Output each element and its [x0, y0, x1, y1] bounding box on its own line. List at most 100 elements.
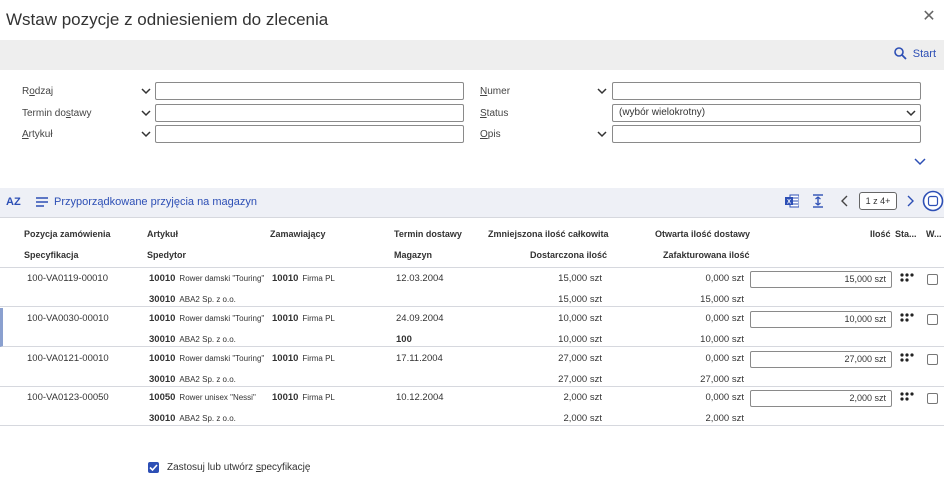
chevron-down-icon[interactable] — [597, 86, 607, 96]
open-qty-cell: 0,000 szt — [705, 353, 744, 364]
article-cell: 10010 Rower damski "Touring" — [149, 273, 265, 284]
row-checkbox[interactable] — [927, 393, 938, 404]
delivered-qty-cell: 27,000 szt — [558, 374, 602, 385]
col-header-spec[interactable]: Specyfikacja — [24, 250, 79, 260]
expand-filters-icon[interactable] — [914, 156, 926, 166]
reduced-qty-cell: 2,000 szt — [563, 392, 602, 403]
start-button[interactable]: Start — [893, 47, 936, 60]
status-dots-icon[interactable] — [900, 392, 914, 402]
chevron-down-icon[interactable] — [141, 129, 151, 139]
reduced-qty-cell: 27,000 szt — [558, 353, 602, 364]
col-header-open-qty[interactable]: Otwarta ilość dostawy — [655, 229, 750, 239]
filter-label-number: Numer — [480, 86, 511, 97]
chevron-down-icon[interactable] — [141, 86, 151, 96]
status-select[interactable]: (wybór wielokrotny) — [612, 104, 921, 122]
number-input[interactable] — [612, 82, 921, 100]
delivery-date-cell: 17.11.2004 — [396, 353, 443, 364]
col-header-w[interactable]: W... — [926, 229, 942, 239]
delivered-qty-cell: 2,000 szt — [563, 413, 602, 424]
invoiced-qty-cell: 27,000 szt — [700, 374, 744, 385]
col-header-delivered-qty[interactable]: Dostarczona ilość — [530, 250, 607, 260]
delivery-date-cell: 12.03.2004 — [396, 273, 444, 284]
status-select-value: (wybór wielokrotny) — [619, 107, 706, 118]
filter-label-type: Rodzaj — [22, 86, 54, 97]
reduced-qty-cell: 15,000 szt — [558, 273, 602, 284]
row-checkbox[interactable] — [927, 354, 938, 365]
status-dots-icon[interactable] — [900, 273, 914, 283]
filter-label-description: Opis — [480, 129, 501, 140]
col-header-forwarder[interactable]: Spedytor — [147, 250, 186, 260]
open-qty-cell: 0,000 szt — [705, 313, 744, 324]
chevron-left-icon[interactable] — [840, 195, 850, 207]
article-cell: 10010 Rower damski "Touring" — [149, 313, 265, 324]
customer-cell: 10010 Firma PL — [272, 392, 335, 403]
table-title[interactable]: Przyporządkowane przyjęcia na magazyn — [54, 196, 257, 208]
select-all-toggle-icon[interactable] — [922, 190, 944, 212]
forwarder-cell: 30010 ABA2 Sp. z o.o. — [149, 374, 236, 385]
chevron-down-icon[interactable] — [597, 129, 607, 139]
article-cell: 10010 Rower damski "Touring" — [149, 353, 265, 364]
table-toolbar: AZ Przyporządkowane przyjęcia na magazyn… — [0, 188, 944, 218]
delivered-qty-cell: 10,000 szt — [558, 334, 602, 345]
qty-input[interactable]: 10,000 szt — [750, 311, 892, 328]
col-header-delivery-date[interactable]: Termin dostawy — [394, 229, 462, 239]
qty-input[interactable]: 27,000 szt — [750, 351, 892, 368]
col-header-warehouse[interactable]: Magazyn — [394, 250, 432, 260]
apply-spec-label[interactable]: Zastosuj lub utwórz specyfikację — [167, 462, 310, 473]
col-header-article[interactable]: Artykuł — [147, 229, 178, 239]
dialog-title: Wstaw pozycje z odniesieniem do zlecenia — [6, 10, 329, 29]
table-row[interactable]: 100-VA0121-00010 10010 Rower damski "Tour… — [0, 348, 944, 387]
customer-cell: 10010 Firma PL — [272, 313, 335, 324]
col-header-position[interactable]: Pozycja zamówienia — [24, 229, 111, 239]
article-input[interactable] — [155, 125, 464, 143]
apply-spec-checkbox[interactable] — [148, 462, 159, 473]
col-header-status[interactable]: Sta... — [895, 229, 917, 239]
customer-cell: 10010 Firma PL — [272, 353, 335, 364]
chevron-down-icon[interactable] — [141, 108, 151, 118]
status-dots-icon[interactable] — [900, 353, 914, 363]
qty-input[interactable]: 2,000 szt — [750, 390, 892, 407]
col-header-reduced-qty[interactable]: Zmniejszona ilość całkowita — [488, 229, 609, 239]
menu-lines-icon[interactable] — [36, 197, 48, 207]
search-icon — [893, 47, 907, 60]
pagination-indicator[interactable]: 1 z 4+ — [859, 192, 897, 210]
row-height-icon[interactable] — [812, 194, 824, 208]
filter-label-article: Artykuł — [22, 129, 53, 140]
forwarder-cell: 30010 ABA2 Sp. z o.o. — [149, 413, 236, 424]
position-cell: 100-VA0030-00010 — [27, 313, 109, 324]
start-toolbar: Start — [0, 40, 944, 70]
delivery-date-input[interactable] — [155, 104, 464, 122]
invoiced-qty-cell: 10,000 szt — [700, 334, 744, 345]
filter-label-status: Status — [480, 108, 509, 119]
row-checkbox[interactable] — [927, 274, 938, 285]
position-cell: 100-VA0121-00010 — [27, 353, 109, 364]
position-cell: 100-VA0123-00050 — [27, 392, 109, 403]
delivered-qty-cell: 15,000 szt — [558, 294, 602, 305]
col-header-customer[interactable]: Zamawiający — [270, 229, 326, 239]
col-header-invoiced-qty[interactable]: Zafakturowana ilość — [663, 250, 750, 260]
close-icon[interactable]: ✕ — [921, 9, 937, 25]
col-header-qty[interactable]: Ilość — [870, 229, 891, 239]
invoiced-qty-cell: 2,000 szt — [705, 413, 744, 424]
svg-text:X: X — [787, 200, 791, 206]
customer-cell: 10010 Firma PL — [272, 273, 335, 284]
description-input[interactable] — [612, 125, 921, 143]
reduced-qty-cell: 10,000 szt — [558, 313, 602, 324]
type-input[interactable] — [155, 82, 464, 100]
status-dots-icon[interactable] — [900, 313, 914, 323]
qty-input[interactable]: 15,000 szt — [750, 271, 892, 288]
start-label: Start — [912, 47, 936, 60]
chevron-right-icon[interactable] — [905, 195, 915, 207]
table-row[interactable]: 100-VA0123-00050 10050 Rower unisex "Ness… — [0, 387, 944, 426]
chevron-down-icon — [906, 110, 916, 117]
forwarder-cell: 30010 ABA2 Sp. z o.o. — [149, 294, 236, 305]
row-checkbox[interactable] — [927, 314, 938, 325]
delivery-date-cell: 10.12.2004 — [396, 392, 444, 403]
sort-az-icon[interactable]: AZ — [6, 196, 21, 208]
table-row[interactable]: 100-VA0030-00010 10010 Rower damski "Tour… — [0, 308, 944, 347]
invoiced-qty-cell: 15,000 szt — [700, 294, 744, 305]
filter-label-delivery-date: Termin dostawy — [22, 108, 92, 119]
table-row[interactable]: 100-VA0119-00010 10010 Rower damski "Tour… — [0, 268, 944, 307]
excel-export-icon[interactable]: X — [785, 194, 799, 208]
forwarder-cell: 30010 ABA2 Sp. z o.o. — [149, 334, 236, 345]
